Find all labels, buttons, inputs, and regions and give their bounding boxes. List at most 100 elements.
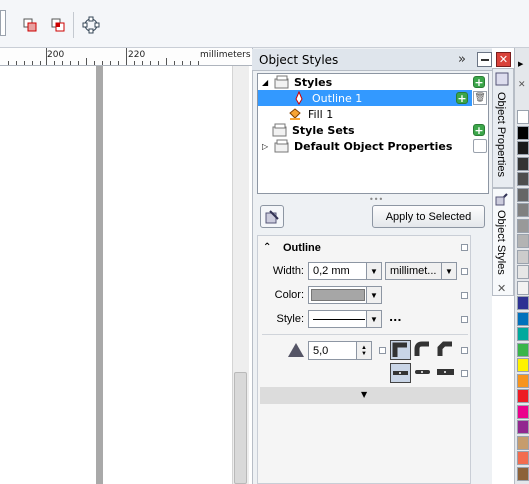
divider bbox=[262, 334, 468, 335]
square-cap-icon[interactable] bbox=[436, 363, 457, 383]
close-icon[interactable]: ✕ bbox=[496, 52, 511, 67]
styles-folder-icon bbox=[274, 75, 292, 89]
no-color-icon[interactable]: ✕ bbox=[518, 80, 526, 90]
miter-limit-input[interactable]: 5,0 ▲ ▼ bbox=[308, 341, 372, 360]
add-child-icon[interactable]: + bbox=[456, 92, 468, 105]
intersect-icon[interactable] bbox=[47, 14, 69, 36]
chevron-down-icon[interactable]: ▼ bbox=[366, 287, 381, 303]
outline-checkbox[interactable] bbox=[461, 244, 468, 251]
palette-swatch[interactable] bbox=[517, 466, 529, 481]
color-label: Color: bbox=[274, 289, 304, 301]
palette-swatch[interactable] bbox=[517, 373, 529, 388]
tree-item-style-sets[interactable]: Style Sets bbox=[258, 122, 488, 138]
scrollbar-thumb[interactable] bbox=[234, 372, 247, 484]
butt-cap-icon[interactable] bbox=[390, 363, 411, 383]
default-props-icon bbox=[274, 139, 292, 153]
bevel-corner-icon[interactable] bbox=[436, 340, 457, 360]
palette-swatch[interactable] bbox=[517, 404, 529, 419]
width-checkbox[interactable] bbox=[461, 268, 468, 275]
unit-combo[interactable]: millimet... ▼ bbox=[385, 262, 457, 280]
target-nodes-icon[interactable] bbox=[80, 14, 102, 36]
toolbar bbox=[0, 0, 529, 48]
outline-pen-icon bbox=[292, 90, 308, 105]
round-corner-icon[interactable] bbox=[413, 340, 434, 360]
palette-swatch[interactable] bbox=[517, 203, 529, 217]
palette-swatch[interactable] bbox=[517, 389, 529, 403]
tree-label-style-sets: Style Sets bbox=[292, 123, 355, 137]
tree-label-styles: Styles bbox=[294, 75, 333, 89]
collapse-section-icon[interactable]: ⌃ bbox=[263, 242, 271, 253]
delete-style-icon[interactable]: 🗑 bbox=[473, 91, 487, 105]
corner-checkbox[interactable] bbox=[461, 347, 468, 354]
palette-swatch[interactable] bbox=[517, 110, 529, 124]
color-picker[interactable]: ▼ bbox=[308, 286, 382, 304]
round-cap-icon[interactable] bbox=[413, 363, 434, 383]
cap-checkbox[interactable] bbox=[461, 370, 468, 377]
ruler-label-220: 220 bbox=[128, 50, 146, 60]
expand-down-icon[interactable]: ▼ bbox=[361, 390, 367, 399]
minimize-icon[interactable] bbox=[477, 52, 492, 67]
color-swatch bbox=[311, 289, 365, 301]
ruler-label-200: 200 bbox=[47, 50, 65, 60]
link-icon[interactable] bbox=[473, 139, 487, 153]
add-style-icon[interactable]: + bbox=[473, 76, 485, 89]
chevron-down-icon[interactable]: ▼ bbox=[441, 263, 456, 279]
palette-swatch[interactable] bbox=[517, 249, 529, 264]
spinner-icon[interactable]: ▲ ▼ bbox=[356, 342, 371, 359]
splitter-grip-icon[interactable]: ••• bbox=[369, 195, 383, 204]
palette-swatch[interactable] bbox=[517, 172, 529, 186]
tree-label-fill: Fill 1 bbox=[308, 107, 334, 121]
width-value: 0,2 mm bbox=[313, 265, 350, 277]
apply-to-selected-button[interactable]: Apply to Selected bbox=[372, 205, 485, 228]
expand-triangle-icon[interactable]: ◢ bbox=[262, 78, 272, 87]
tree-item-styles[interactable]: ◢ Styles bbox=[258, 74, 488, 90]
palette-swatch[interactable] bbox=[517, 234, 529, 248]
chevron-right-icon[interactable]: » bbox=[458, 52, 466, 67]
palette-swatch[interactable] bbox=[517, 342, 529, 357]
line-preview bbox=[313, 318, 365, 320]
palette-swatch[interactable] bbox=[517, 218, 529, 233]
add-style-set-icon[interactable]: + bbox=[473, 124, 485, 137]
docker-title: Object Styles bbox=[259, 53, 339, 67]
miter-limit-icon bbox=[287, 342, 305, 361]
palette-swatch[interactable] bbox=[517, 327, 529, 341]
palette-swatch[interactable] bbox=[517, 125, 529, 140]
palette-swatch[interactable] bbox=[517, 358, 529, 372]
tree-item-fill[interactable]: Fill 1 bbox=[258, 106, 488, 122]
palette-swatch[interactable] bbox=[517, 296, 529, 310]
ruler-unit: millimeters bbox=[200, 50, 251, 60]
tree-item-outline[interactable]: Outline 1 bbox=[258, 90, 472, 106]
drawing-canvas[interactable] bbox=[0, 66, 252, 484]
toolbar-edge bbox=[0, 10, 6, 36]
miter-corner-icon[interactable] bbox=[390, 340, 411, 360]
palette-swatch[interactable] bbox=[517, 141, 529, 155]
palette-swatch[interactable] bbox=[517, 156, 529, 171]
palette-swatch[interactable] bbox=[517, 451, 529, 465]
close-tab-icon[interactable]: ✕ bbox=[497, 282, 506, 295]
apply-style-icon[interactable] bbox=[260, 205, 284, 228]
style-checkbox[interactable] bbox=[461, 316, 468, 323]
more-settings-button[interactable]: ... bbox=[389, 311, 402, 324]
width-combo[interactable]: 0,2 mm ▼ bbox=[308, 262, 382, 280]
palette-swatch[interactable] bbox=[517, 435, 529, 450]
unit-value: millimet... bbox=[390, 265, 437, 277]
tree-label-default-props: Default Object Properties bbox=[294, 139, 453, 153]
line-style-combo[interactable]: ▼ bbox=[308, 310, 382, 328]
color-checkbox[interactable] bbox=[461, 292, 468, 299]
palette-swatch[interactable] bbox=[517, 420, 529, 434]
page-shadow bbox=[96, 66, 103, 484]
chevron-down-icon[interactable]: ▼ bbox=[366, 311, 381, 327]
chevron-down-icon[interactable]: ▼ bbox=[366, 263, 381, 279]
palette-scroll-up-icon[interactable]: ▶ bbox=[518, 60, 523, 68]
miter-checkbox[interactable] bbox=[379, 347, 386, 354]
tree-item-default-props[interactable]: ▷ Default Object Properties bbox=[258, 138, 488, 154]
palette-swatch[interactable] bbox=[517, 280, 529, 295]
outline-heading: Outline bbox=[283, 242, 321, 254]
toolbar-separator bbox=[73, 12, 74, 38]
collapse-triangle-icon[interactable]: ▷ bbox=[262, 142, 272, 151]
palette-swatch[interactable] bbox=[517, 311, 529, 326]
palette-swatch[interactable] bbox=[517, 187, 529, 202]
object-properties-icon bbox=[495, 72, 509, 89]
palette-swatch[interactable] bbox=[517, 265, 529, 279]
trim-icon[interactable] bbox=[19, 14, 41, 36]
